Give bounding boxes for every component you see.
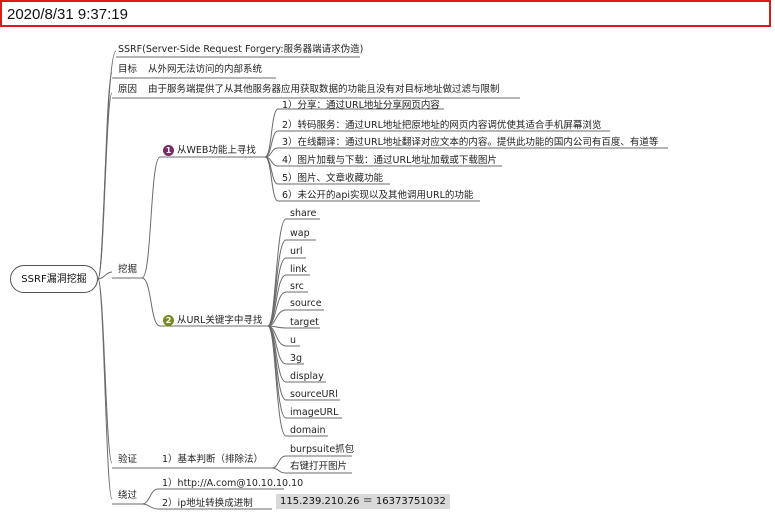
web-item: 5）图片、文章收藏功能 <box>282 173 384 184</box>
keyword-item: sourceURl <box>290 389 338 400</box>
mindmap-connectors <box>97 50 668 510</box>
cause-text: 由于服务端提供了从其他服务器应用获取数据的功能且没有对目标地址做过滤与限制 <box>148 84 500 95</box>
keyword-item: domain <box>290 425 326 436</box>
verify-label: 验证 <box>118 454 138 465</box>
bypass-item-1: 1）http://A.com@10.10.10.10 <box>162 478 304 489</box>
keyword-item: display <box>290 371 324 382</box>
verify-item: burpsuite抓包 <box>290 444 355 455</box>
bypass-label: 绕过 <box>118 490 138 501</box>
web-item: 3）在线翻译：通过URL地址翻译对应文本的内容。提供此功能的国内公司有百度、有道… <box>282 137 659 148</box>
keyword-item: source <box>290 298 322 309</box>
keyword-item: u <box>290 335 297 346</box>
verify-method: 1）基本判断（排除法） <box>162 454 264 465</box>
keyword-item: 3g <box>290 353 303 364</box>
ip-conversion: 115.239.210.26 ＝ 16373751032 <box>276 494 450 509</box>
root-node: SSRF漏洞挖掘 <box>10 265 98 293</box>
keyword-item: wap <box>290 228 310 239</box>
bypass-item-2: 2）ip地址转换成进制 <box>162 498 253 509</box>
title-node: SSRF(Server-Side Request Forgery:服务器端请求伪… <box>118 44 364 55</box>
keyword-item: url <box>290 246 303 257</box>
web-item: 2）转码服务：通过URL地址把原地址的网页内容调优使其适合手机屏幕浏览 <box>282 120 602 131</box>
keyword-item: imageURL <box>290 407 339 418</box>
keyword-item: share <box>290 208 317 219</box>
web-branch-label: 从WEB功能上寻找 <box>177 145 256 156</box>
keyword-item: src <box>290 281 304 292</box>
web-item: 4）图片加载与下载：通过URL地址加载或下载图片 <box>282 155 497 166</box>
keyword-item: target <box>290 317 319 328</box>
goal-label: 目标 <box>118 64 138 75</box>
cause-label: 原因 <box>118 84 138 95</box>
verify-item: 右键打开图片 <box>290 461 348 472</box>
keyword-item: link <box>290 264 307 275</box>
web-badge: 1 <box>163 145 174 156</box>
keyword-badge: 2 <box>163 315 174 326</box>
mining-label: 挖掘 <box>118 264 138 275</box>
keyword-branch-label: 从URL关键字中寻找 <box>177 315 263 326</box>
web-item: 6）未公开的api实现以及其他调用URL的功能 <box>282 190 474 201</box>
web-item: 1）分享：通过URL地址分享网页内容 <box>282 100 440 111</box>
goal-text: 从外网无法访问的内部系统 <box>148 64 263 75</box>
